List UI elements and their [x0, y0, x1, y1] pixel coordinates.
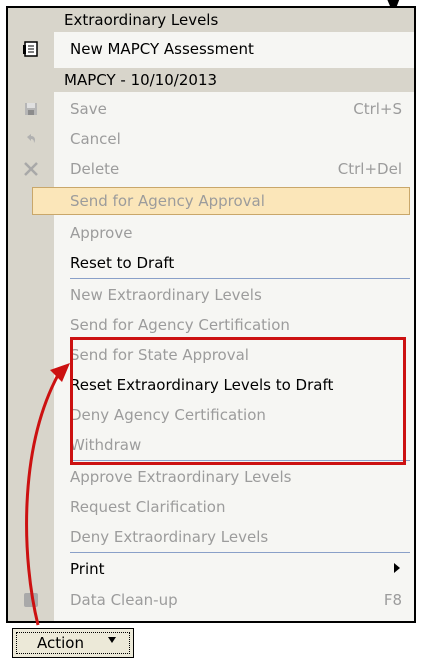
menu-item-delete[interactable]: Delete Ctrl+Del — [8, 154, 414, 184]
menu-item-request-clarification[interactable]: Request Clarification — [8, 492, 414, 522]
menu-item-send-for-agency-approval[interactable]: Send for Agency Approval — [8, 186, 414, 216]
action-button[interactable]: Action — [12, 628, 134, 658]
menu-item-new-extraordinary-levels[interactable]: New Extraordinary Levels — [8, 280, 414, 310]
menu-item-cancel[interactable]: Cancel — [8, 124, 414, 154]
submenu-arrow-icon — [392, 560, 402, 578]
section-header-mapcy-date: MAPCY - 10/10/2013 — [8, 68, 414, 92]
new-document-icon — [8, 34, 54, 64]
menu-item-approve-extraordinary-levels[interactable]: Approve Extraordinary Levels — [8, 462, 414, 492]
menu-item-save[interactable]: Save Ctrl+S — [8, 94, 414, 124]
dropdown-arrow-icon — [107, 634, 117, 648]
menu-item-send-for-agency-certification[interactable]: Send for Agency Certification — [8, 310, 414, 340]
floppy-disk-icon — [8, 94, 54, 124]
menu-separator — [70, 552, 410, 553]
annotation-highlight-box — [70, 337, 406, 465]
menu-item-deny-extraordinary-levels[interactable]: Deny Extraordinary Levels — [8, 522, 414, 552]
menu-separator — [70, 278, 410, 279]
section-header-extraordinary-levels: Extraordinary Levels — [8, 8, 414, 32]
action-context-menu: Extraordinary Levels New MAPCY Assessmen… — [6, 6, 416, 623]
menu-item-new-mapcy-assessment[interactable]: New MAPCY Assessment — [8, 34, 414, 64]
menu-item-print[interactable]: Print — [8, 554, 414, 584]
clean-up-icon — [8, 585, 54, 615]
undo-arrow-icon — [8, 124, 54, 154]
delete-x-icon — [8, 154, 54, 184]
menu-item-approve[interactable]: Approve — [8, 218, 414, 248]
menu-item-data-clean-up[interactable]: Data Clean-up F8 — [8, 585, 414, 615]
menu-item-reset-to-draft[interactable]: Reset to Draft — [8, 248, 414, 278]
